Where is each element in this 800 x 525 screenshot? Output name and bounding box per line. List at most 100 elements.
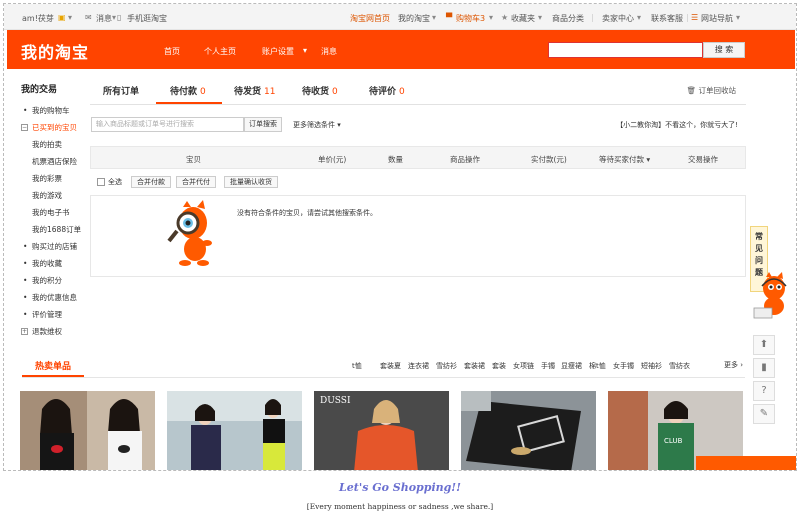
customer-service-link[interactable]: 联系客服 (651, 13, 683, 24)
product-image: DUSSI (314, 391, 449, 470)
vip-icon: ▣ (58, 13, 66, 22)
keyword-link[interactable]: 雪纺衫 (436, 361, 457, 371)
tab-all-orders[interactable]: 所有订单 (103, 84, 139, 97)
sidebar-item-favorites[interactable]: • 我的收藏 (18, 255, 88, 272)
nav-home[interactable]: 首页 (164, 46, 180, 57)
collapse-icon[interactable]: − (21, 124, 28, 131)
back-to-top-icon[interactable]: ⬆ (753, 335, 775, 355)
chevron-down-icon[interactable]: ▾ (637, 13, 641, 22)
keyword-link[interactable]: 女项链 (513, 361, 534, 371)
chevron-down-icon[interactable]: ▾ (303, 46, 307, 55)
product-card[interactable]: DUSSI (314, 391, 449, 470)
tab-pending-receipt[interactable]: 待收货 0 (302, 84, 338, 97)
sidebar-item-points[interactable]: • 我的积分 (18, 272, 88, 289)
brand-logo[interactable]: 我的淘宝 (21, 39, 89, 63)
chevron-down-icon[interactable]: ▾ (432, 13, 436, 22)
tab-pending-payment[interactable]: 待付款 0 (170, 84, 206, 97)
expand-icon[interactable]: + (21, 328, 28, 335)
product-card[interactable] (167, 391, 302, 470)
tips-link[interactable]: 【小二教你淘】不看这个，你就亏大了! (616, 120, 738, 130)
tagline: [Every moment happiness or sadness ,we s… (306, 502, 494, 511)
tab-pending-review[interactable]: 待评价 0 (369, 84, 405, 97)
empty-message: 没有符合条件的宝贝，请尝试其他搜索条件。 (237, 209, 377, 217)
keyword-link[interactable]: 套装裙 (464, 361, 485, 371)
sidebar-item-shops[interactable]: • 购买过的店铺 (18, 238, 88, 255)
chevron-down-icon[interactable]: ▾ (68, 13, 72, 22)
sidebar-item-games[interactable]: 我的游戏 (18, 187, 88, 204)
nav-account-settings[interactable]: 账户设置 (262, 46, 294, 57)
help-icon[interactable]: ? (753, 381, 775, 401)
edit-icon[interactable]: ✎ (753, 404, 775, 424)
keyword-link[interactable]: 连衣裙 (408, 361, 429, 371)
tab-pending-shipment[interactable]: 待发货 11 (234, 84, 275, 97)
site-nav-link[interactable]: 网站导航 (701, 13, 733, 24)
main-header: 我的淘宝 首页 个人主页 账户设置 ▾ 消息 搜 索 (7, 30, 795, 69)
chevron-down-icon: ▾ (337, 121, 341, 129)
col-item-actions: 商品操作 (450, 155, 480, 164)
page-frame: am!茯芽 ▣ ▾ ✉ 消息 ▾ ▯ 手机逛淘宝 淘宝网首页 我的淘宝 ▾ ▀ … (3, 3, 797, 471)
sidebar-item-coupons[interactable]: • 我的优惠信息 (18, 289, 88, 306)
sidebar-item-ebooks[interactable]: 我的电子书 (18, 204, 88, 221)
product-image (20, 391, 155, 470)
user-link[interactable]: am!茯芽 (22, 13, 54, 24)
mobile-taobao-link[interactable]: 手机逛淘宝 (127, 13, 167, 24)
star-icon: ★ (501, 13, 509, 22)
keyword-link[interactable]: 显瘦裙 (561, 361, 582, 371)
keyword-link[interactable]: 棉t恤 (589, 361, 606, 371)
batch-confirm-button[interactable]: 批量确认收货 (224, 176, 278, 188)
nav-messages[interactable]: 消息 (321, 46, 337, 57)
messages-link[interactable]: 消息 (96, 13, 112, 24)
select-all-label: 全选 (108, 178, 122, 186)
more-filters-toggle[interactable]: 更多筛选条件 ▾ (293, 120, 341, 130)
hot-items-title: 热卖单品 (35, 362, 72, 372)
order-search-input[interactable]: 输入商品标题或订单号进行搜索 (91, 117, 244, 132)
select-all-checkbox[interactable] (97, 178, 105, 186)
more-keywords-link[interactable]: 更多 › (724, 360, 743, 370)
sidebar-item-refund[interactable]: + 退款维权 (18, 323, 88, 340)
sidebar-item-lottery[interactable]: 我的彩票 (18, 170, 88, 187)
bullet: • (23, 259, 28, 268)
keyword-link[interactable]: t恤 (352, 361, 362, 371)
header-search-input[interactable] (548, 42, 703, 58)
keyword-link[interactable]: 套装夏 (380, 361, 401, 371)
keyword-link[interactable]: 手镯 (541, 361, 555, 371)
chevron-down-icon[interactable]: ▾ (538, 13, 542, 22)
my-taobao-link[interactable]: 我的淘宝 (398, 13, 430, 24)
cart-link[interactable]: 购物车3 (456, 13, 485, 24)
taobao-home-link[interactable]: 淘宝网首页 (350, 13, 390, 24)
product-image (167, 391, 302, 470)
order-tabs: 所有订单 待付款 0 待发货 11 待收货 0 待评价 0 🗑 订单回收站 (90, 74, 746, 105)
sidebar-item-travel[interactable]: 机票酒店保险 (18, 153, 88, 170)
sidebar-item-bought[interactable]: − 已买到的宝贝 (18, 119, 88, 136)
merge-proxy-pay-button[interactable]: 合并代付 (176, 176, 216, 188)
order-table-header: 宝贝 单价(元) 数量 商品操作 实付款(元) 等待买家付款 ▾ 交易操作 (90, 146, 746, 169)
keyword-link[interactable]: 套装 (492, 361, 506, 371)
nav-profile[interactable]: 个人主页 (204, 46, 236, 57)
sidebar-item-auction[interactable]: 我的拍卖 (18, 136, 88, 153)
order-search-button[interactable]: 订单搜索 (244, 117, 282, 132)
keyword-link[interactable]: 女手镯 (613, 361, 634, 371)
sidebar-item-cart[interactable]: • 我的购物车 (18, 102, 88, 119)
header-search-button[interactable]: 搜 索 (703, 42, 745, 58)
sidebar-item-reviews[interactable]: • 评价管理 (18, 306, 88, 323)
active-tab-indicator (156, 102, 222, 104)
chevron-down-icon[interactable]: ▾ (112, 13, 116, 22)
chevron-down-icon[interactable]: ▾ (489, 13, 493, 22)
orange-strip (696, 456, 796, 470)
keyword-link[interactable]: 雪纺衣 (669, 361, 690, 371)
col-item: 宝贝 (186, 155, 201, 164)
favorites-link[interactable]: 收藏夹 (511, 13, 535, 24)
bookmark-icon[interactable]: ▮ (753, 358, 775, 378)
product-card[interactable] (20, 391, 155, 470)
merge-pay-button[interactable]: 合并付款 (131, 176, 171, 188)
categories-link[interactable]: 商品分类 (552, 13, 584, 24)
recycle-bin-link[interactable]: 🗑 订单回收站 (687, 85, 736, 96)
col-status-filter[interactable]: 等待买家付款 ▾ (599, 154, 650, 165)
col-paid: 实付款(元) (531, 155, 567, 164)
sidebar-item-1688[interactable]: 我的1688订单 (18, 221, 88, 238)
seller-center-link[interactable]: 卖家中心 (602, 13, 634, 24)
keyword-link[interactable]: 短袖衫 (641, 361, 662, 371)
product-card[interactable] (461, 391, 596, 470)
chevron-down-icon[interactable]: ▾ (736, 13, 740, 22)
divider: | (591, 13, 594, 22)
